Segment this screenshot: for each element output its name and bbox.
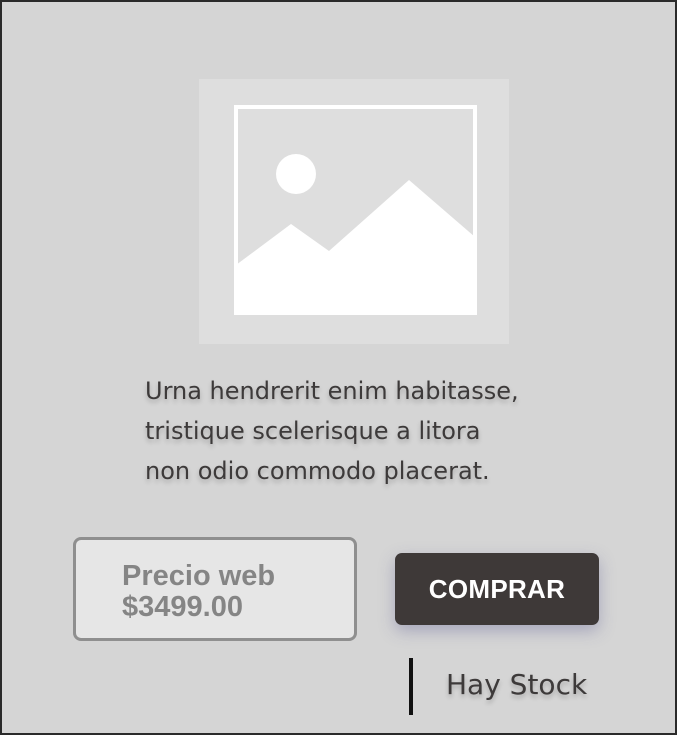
image-placeholder-icon: [234, 105, 477, 315]
buy-button[interactable]: COMPRAR: [395, 553, 599, 625]
price-box: Precio web $3499.00: [73, 537, 357, 641]
product-description: Urna hendrerit enim habitasse, tristique…: [145, 371, 605, 491]
description-line: Urna hendrerit enim habitasse,: [145, 377, 519, 405]
stock-indicator-bar: [409, 658, 413, 715]
description-line: non odio commodo placerat.: [145, 457, 490, 485]
stock-status: Hay Stock: [446, 668, 588, 701]
description-line: tristique scelerisque a litora: [145, 417, 481, 445]
product-card: Urna hendrerit enim habitasse, tristique…: [0, 0, 677, 735]
price-value: $3499.00: [122, 591, 243, 623]
price-label: Precio web: [122, 560, 276, 592]
product-image: [199, 79, 509, 344]
